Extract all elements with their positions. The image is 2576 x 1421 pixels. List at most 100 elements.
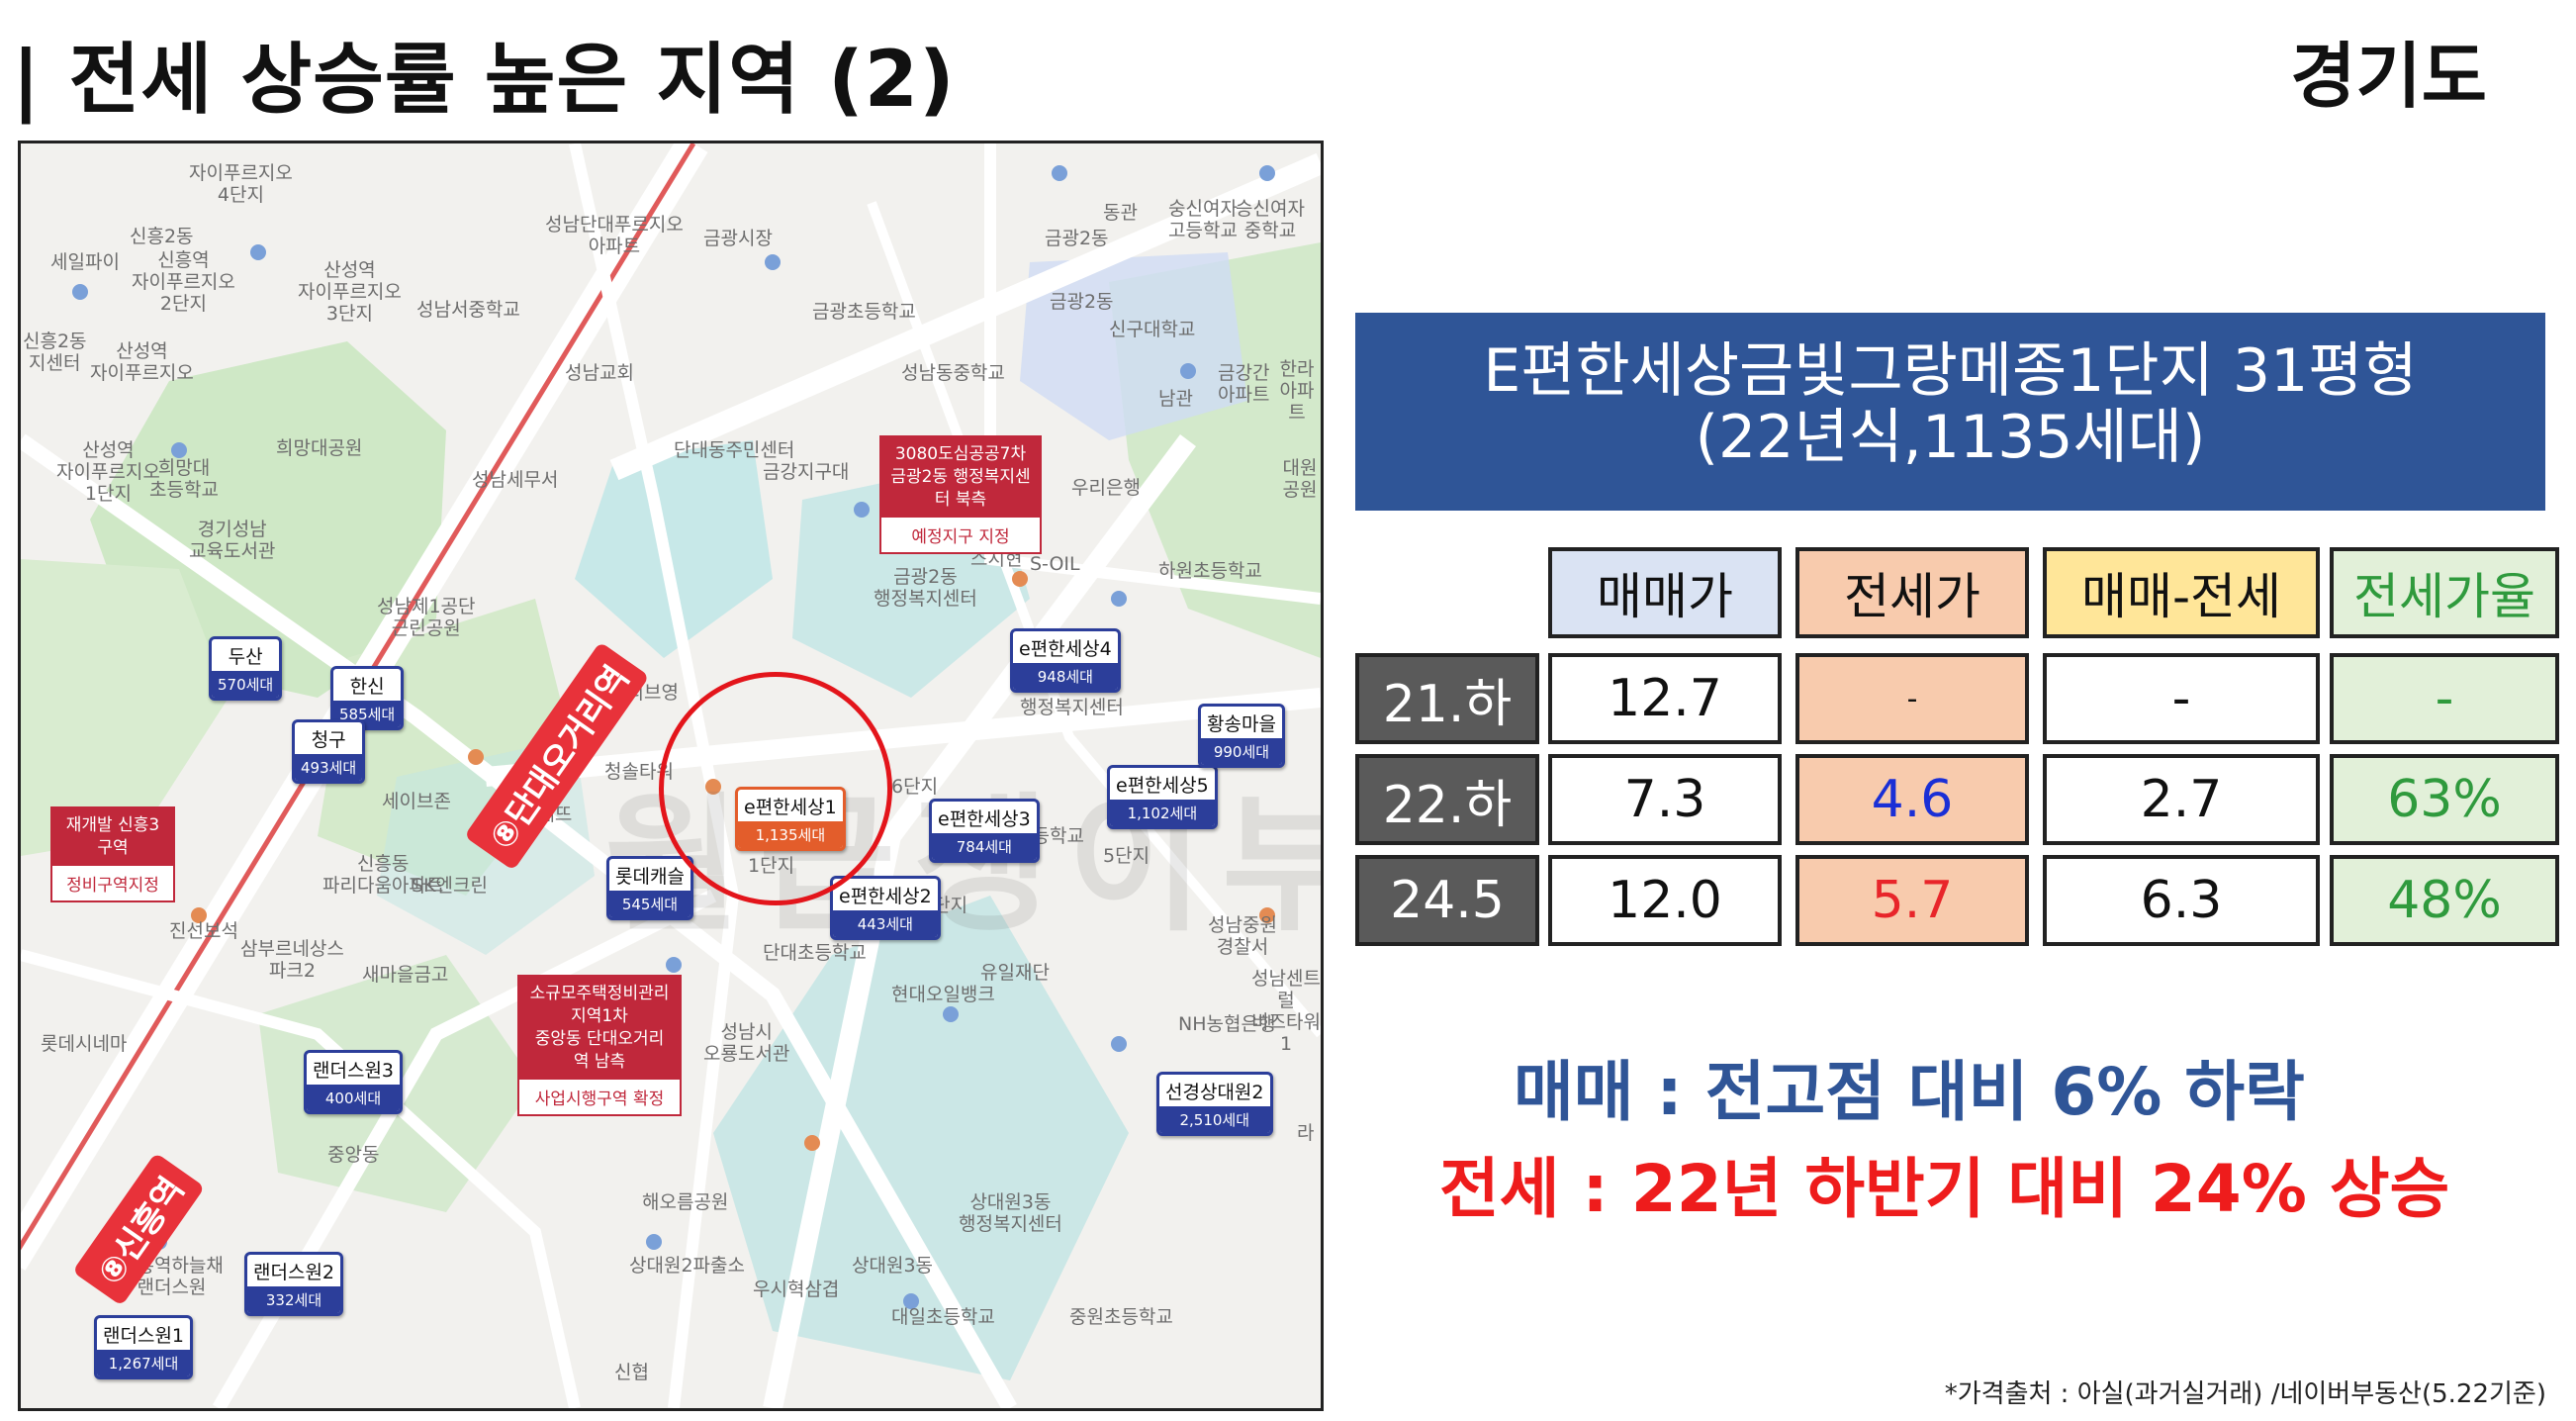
map-label: 행정복지센터 <box>1020 697 1124 718</box>
map-label: 6단지 <box>891 776 939 798</box>
map-label: 대원공원 <box>1282 457 1318 501</box>
row-label: 21.하 <box>1355 653 1539 744</box>
map-label: 세일파이 <box>50 251 120 273</box>
region-label: 경기도 <box>2290 35 2487 118</box>
map-label: 산성역 자이푸르지오 1단지 <box>56 439 160 505</box>
map[interactable]: 월급쟁이부자들 자이푸르지오 4단지 신흥2동 신흥역 자이푸르지오 2단지 산… <box>18 141 1324 1411</box>
redevelopment-notice[interactable]: 3080도심공공7차 금광2동 행정복지센터 북측 예정지구 지정 <box>879 435 1042 554</box>
pin-name: e편한세상2 <box>839 886 932 907</box>
map-label: 금강간 아파트 <box>1218 362 1270 406</box>
apartment-name: E편한세상금빛그랑메종1단지 31평형 <box>1483 336 2418 406</box>
notice-line: 소규모주택정비관리지역1차 <box>529 984 670 1026</box>
map-label: 경기성남 교육도서관 <box>189 519 276 562</box>
map-label: 하원초등학교 <box>1158 560 1262 582</box>
notice-sub: 예정지구 지정 <box>911 526 1010 547</box>
map-label: 성남제1공단 근린공원 <box>377 596 476 639</box>
pin-units: 948세대 <box>1013 663 1118 690</box>
pin-units: 1,267세대 <box>97 1350 191 1376</box>
row-label: 24.5 <box>1355 855 1539 946</box>
apartment-pin[interactable]: e편한세상4 948세대 <box>1010 628 1121 693</box>
pin-units: 400세대 <box>307 1085 401 1111</box>
apartment-pin[interactable]: 선경상대원2 2,510세대 <box>1156 1072 1273 1136</box>
map-label: 한라 아파트 <box>1279 358 1315 424</box>
pin-units: 990세대 <box>1201 738 1282 765</box>
pin-name: e편한세상5 <box>1116 775 1209 797</box>
pin-name: 롯데캐슬 <box>615 866 685 888</box>
notice-line: 중앙동 단대오거리역 남측 <box>534 1028 665 1072</box>
row-label: 22.하 <box>1355 754 1539 845</box>
apartment-pin[interactable]: 청구 493세대 <box>292 719 366 784</box>
map-label: 금광시장 <box>703 228 773 249</box>
notice-line: 3080도심공공7차 <box>894 444 1027 464</box>
apartment-pin[interactable]: e편한세상5 1,102세대 <box>1107 765 1218 829</box>
map-label: 산성역 자이푸르지오 <box>90 340 194 384</box>
cell-ratio: 63% <box>2330 754 2559 845</box>
pin-name: e편한세상4 <box>1019 638 1112 660</box>
header-price-gap: 매매-전세 <box>2043 547 2320 638</box>
map-label: 남관 <box>1158 388 1193 410</box>
map-label: 동관 <box>1103 202 1138 224</box>
map-label: 단대동주민센터 <box>674 439 795 461</box>
apartment-pin[interactable]: 두산 570세대 <box>209 636 283 701</box>
map-label: 중원초등학교 <box>1069 1306 1173 1328</box>
map-label: 중앙동 <box>327 1144 380 1166</box>
cell-lease: 4.6 <box>1795 754 2029 845</box>
map-label: 삼부르네상스 파크2 <box>240 938 344 982</box>
map-label: 성남중원 경찰서 <box>1208 914 1277 958</box>
map-label: 성남교회 <box>565 362 634 384</box>
map-label: 우리은행 <box>1071 477 1141 499</box>
redevelopment-notice[interactable]: 소규모주택정비관리지역1차 중앙동 단대오거리역 남측 사업시행구역 확정 <box>517 975 682 1116</box>
cell-lease: - <box>1795 653 2029 744</box>
map-label: 신흥동 파리다움아파트 <box>322 853 444 897</box>
pin-units: 2,510세대 <box>1159 1106 1270 1133</box>
cell-gap: - <box>2043 653 2320 744</box>
map-label: 금광2동 행정복지센터 <box>874 566 977 610</box>
map-label: 성남세무서 <box>472 469 559 491</box>
map-label: 금광2동 <box>1045 228 1109 249</box>
apartment-pin[interactable]: 랜더스원1 1,267세대 <box>94 1315 194 1379</box>
map-label: 해오름공원 <box>642 1191 729 1213</box>
map-label: 금광2동 <box>1050 291 1114 313</box>
cell-sale: 12.7 <box>1548 653 1782 744</box>
source-note: *가격출처 : 아실(과거실거래) /네이버부동산(5.22기준) <box>1944 1379 2546 1409</box>
map-label: 금광초등학교 <box>812 301 916 323</box>
cell-lease: 5.7 <box>1795 855 2029 946</box>
map-label: 숭신여자 고등학교 <box>1168 198 1238 241</box>
map-label: 5단지 <box>1103 845 1150 867</box>
map-label: 신흥역 자이푸르지오 2단지 <box>132 249 235 315</box>
map-label: 성남시 오룡도서관 <box>703 1021 790 1065</box>
map-label: 자이푸르지오 4단지 <box>189 162 293 206</box>
pin-name: 한신 <box>349 676 385 698</box>
apartment-pin[interactable]: 롯데캐슬 545세대 <box>606 856 693 920</box>
redevelopment-notice[interactable]: 재개발 신흥3구역 정비구역지정 <box>50 806 175 902</box>
cell-gap: 2.7 <box>2043 754 2320 845</box>
apartment-pin[interactable]: e편한세상3 784세대 <box>929 799 1040 863</box>
apartment-pin[interactable]: e편한세상2 443세대 <box>830 876 941 940</box>
map-label: 성남단대푸르지오 아파트 <box>545 214 684 257</box>
header-sale-price: 매매가 <box>1548 547 1782 638</box>
apartment-pin[interactable]: 랜더스원3 400세대 <box>304 1050 404 1114</box>
highlight-circle <box>659 672 892 905</box>
map-label: 진선보석 <box>169 920 238 942</box>
notice-sub: 사업시행구역 확정 <box>534 1089 665 1109</box>
map-label: 단대초등학교 <box>763 942 867 964</box>
map-label: 새마을금고 <box>362 964 449 986</box>
cell-sale: 7.3 <box>1548 754 1782 845</box>
pin-units: 493세대 <box>295 754 363 781</box>
pin-name: 랜더스원3 <box>313 1060 395 1082</box>
slide-title: | 전세 상승률 높은 지역 (2) <box>12 36 956 125</box>
map-label: 롯데시네마 <box>41 1033 128 1055</box>
header-lease-ratio: 전세가율 <box>2330 547 2559 638</box>
apartment-pin[interactable]: 랜더스원2 332세대 <box>244 1252 344 1316</box>
map-label: 산성역 자이푸르지오 3단지 <box>298 259 402 325</box>
sale-summary: 매매 : 전고점 대비 6% 하락 <box>1514 1054 2305 1130</box>
map-label: 승신여자 중학교 <box>1236 198 1305 241</box>
map-label: 라 <box>1297 1122 1315 1144</box>
pin-name: 랜더스원1 <box>103 1325 185 1347</box>
cell-ratio: 48% <box>2330 855 2559 946</box>
map-label: 현대오일뱅크 <box>891 984 995 1005</box>
apartment-pin[interactable]: 황송마을 990세대 <box>1198 704 1285 768</box>
pin-units: 545세대 <box>609 891 690 917</box>
map-label: 우시혁삼겹 <box>753 1279 840 1300</box>
apartment-header: E편한세상금빛그랑메종1단지 31평형 (22년식,1135세대) <box>1355 313 2545 511</box>
